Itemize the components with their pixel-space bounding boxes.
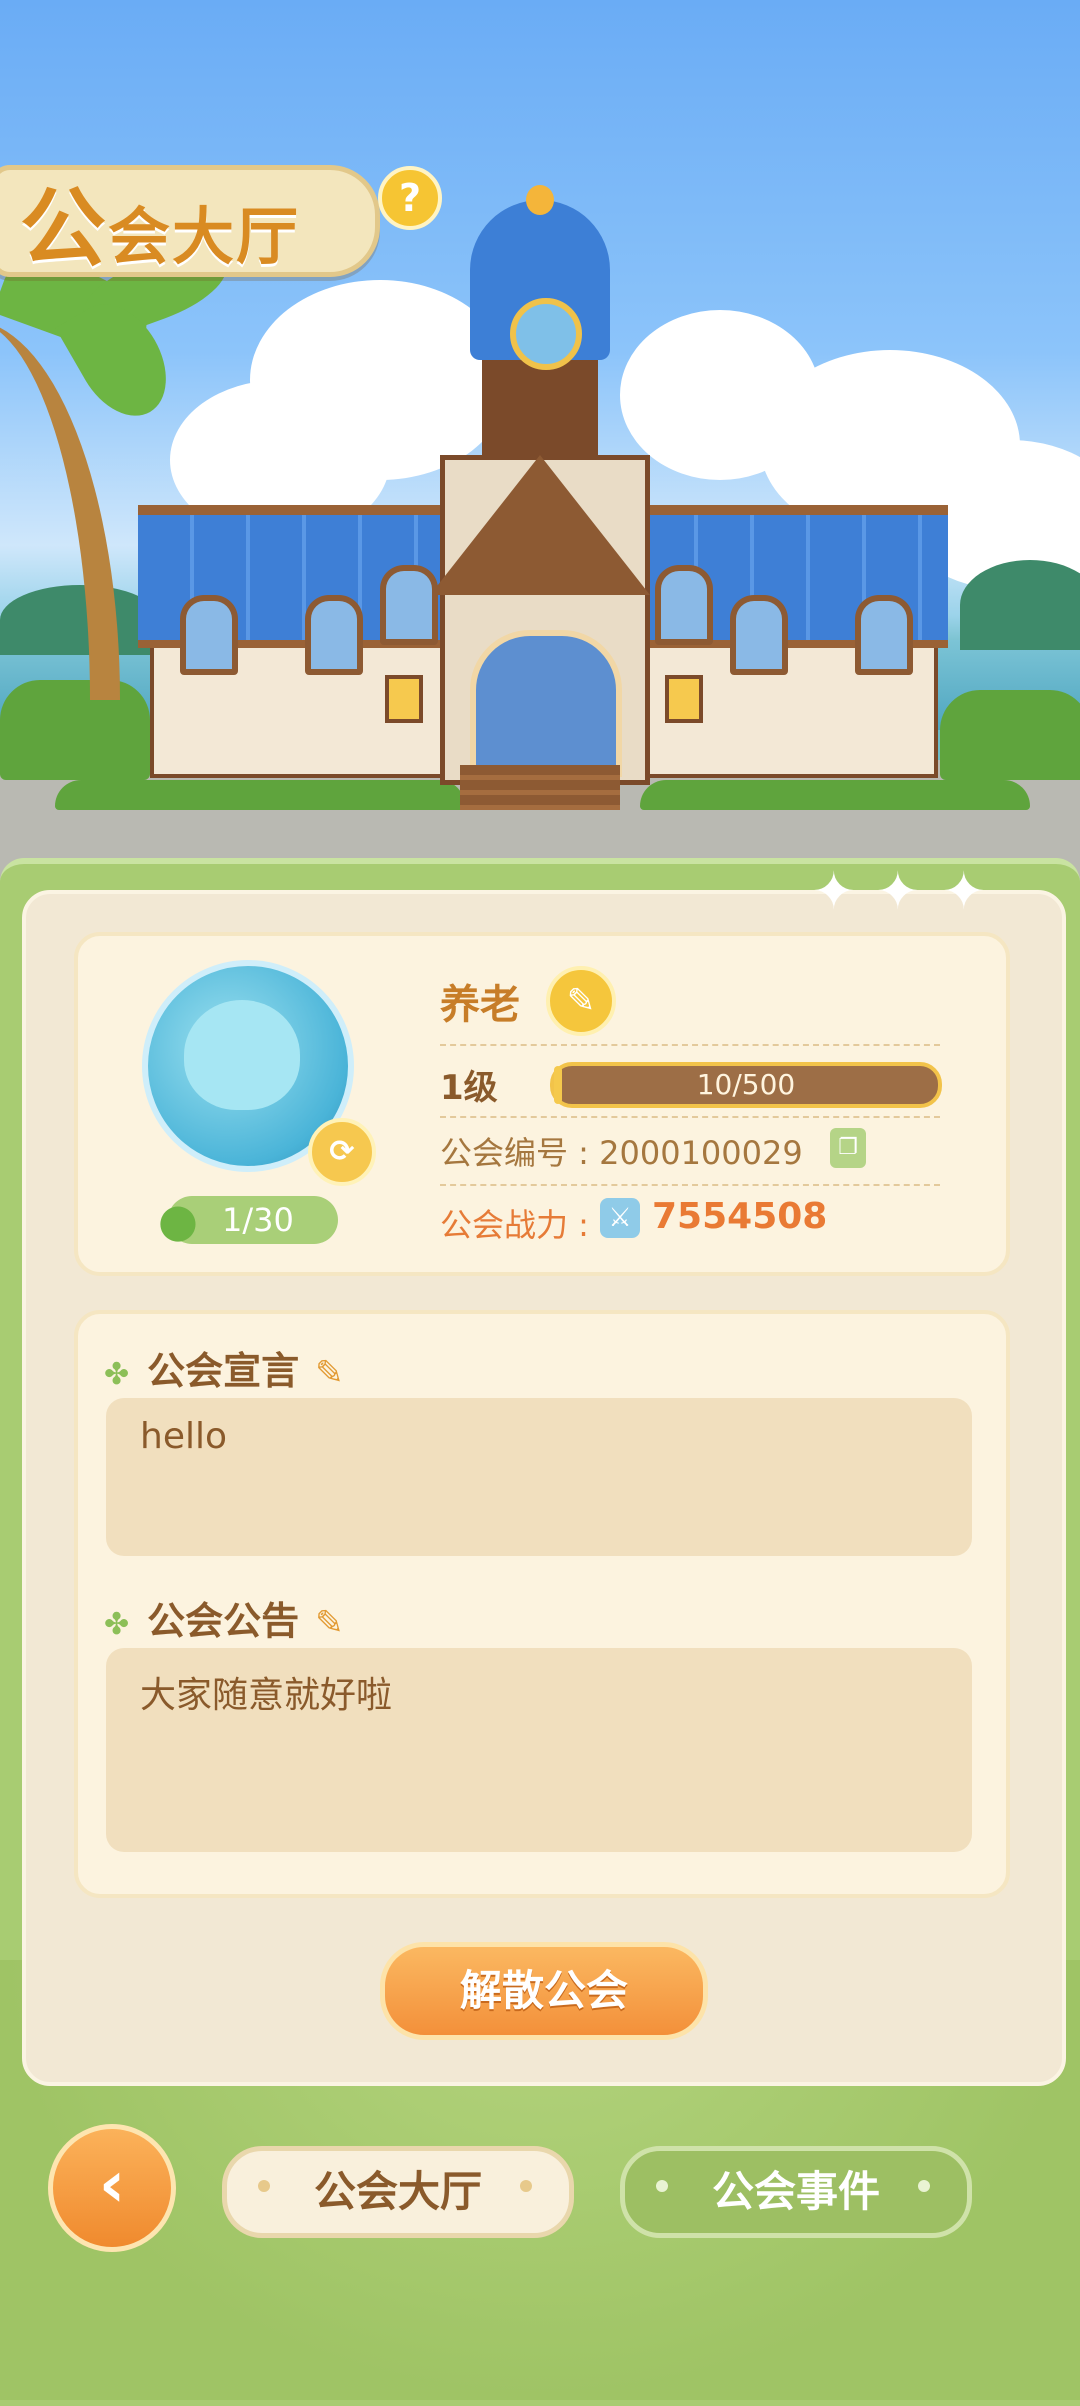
xp-progress-text: 10/500 xyxy=(696,1068,796,1101)
hedge xyxy=(940,690,1080,780)
tab-dot xyxy=(656,2180,668,2192)
sparkle-icon: ✦ xyxy=(942,862,986,922)
divider xyxy=(440,1116,940,1118)
sparkle-icon: ✦ xyxy=(812,862,856,922)
declaration-label: 公会宣言 xyxy=(147,1349,300,1393)
lamp xyxy=(385,675,423,723)
building-gable xyxy=(430,455,650,595)
lamp xyxy=(665,675,703,723)
guild-power-value: 7554508 xyxy=(652,1196,828,1237)
notice-header: ✤ 公会公告 ✎ xyxy=(104,1590,344,1645)
island xyxy=(960,560,1080,650)
window xyxy=(730,595,788,675)
swords-icon: ⚔ xyxy=(600,1198,640,1238)
page-title: 公会大厅 xyxy=(20,158,300,283)
disband-guild-button[interactable]: 解散公会 xyxy=(380,1942,708,2040)
clover-icon: ✤ xyxy=(104,1357,130,1392)
tower-spire xyxy=(526,185,554,215)
declaration-text: hello xyxy=(140,1416,227,1457)
building-door xyxy=(470,630,622,777)
notice-box: 大家随意就好啦 xyxy=(106,1648,972,1852)
building-steps xyxy=(460,765,620,810)
divider xyxy=(440,1044,940,1046)
clover-icon: ✤ xyxy=(104,1607,130,1642)
copy-icon[interactable]: ❐ xyxy=(830,1128,866,1168)
guild-name: 养老 xyxy=(440,982,520,1028)
guild-hall-scene xyxy=(0,0,1080,880)
window xyxy=(855,595,913,675)
edit-declaration-icon[interactable]: ✎ xyxy=(315,1353,344,1393)
guild-level: 1级 xyxy=(440,1068,498,1108)
page-title-rest: 会大厅 xyxy=(108,200,301,273)
page-title-first: 公 xyxy=(20,179,108,279)
guild-id: 公会编号 : 2000100029 xyxy=(440,1134,803,1172)
guild-power-label: 公会战力 : xyxy=(440,1206,589,1244)
member-count: 1/30 xyxy=(222,1201,294,1239)
declaration-box: hello xyxy=(106,1398,972,1556)
edit-name-button[interactable]: ✎ xyxy=(546,966,616,1036)
window xyxy=(380,565,438,645)
sparkle-icon: ✦ xyxy=(876,862,920,922)
member-icon: ● xyxy=(157,1193,199,1247)
tab-dot xyxy=(258,2180,270,2192)
divider xyxy=(440,1184,940,1186)
tab-dot xyxy=(520,2180,532,2192)
tab-guild-hall[interactable]: 公会大厅 xyxy=(222,2146,574,2238)
back-button[interactable]: ‹ xyxy=(48,2124,176,2252)
window xyxy=(655,565,713,645)
clock-emblem xyxy=(510,298,582,370)
window xyxy=(180,595,238,675)
notice-label: 公会公告 xyxy=(147,1599,300,1643)
declaration-header: ✤ 公会宣言 ✎ xyxy=(104,1340,344,1395)
notice-text: 大家随意就好啦 xyxy=(140,1675,393,1716)
tab-guild-events[interactable]: 公会事件 xyxy=(620,2146,972,2238)
tab-dot xyxy=(918,2180,930,2192)
edit-notice-icon[interactable]: ✎ xyxy=(315,1603,344,1643)
hedge xyxy=(55,780,465,810)
hedge xyxy=(640,780,1030,810)
change-emblem-icon[interactable]: ⟳ xyxy=(308,1118,376,1186)
xp-progress-bar: 10/500 xyxy=(550,1062,942,1108)
manta-ray-icon xyxy=(184,1000,300,1110)
window xyxy=(305,595,363,675)
help-button[interactable]: ? xyxy=(378,166,442,230)
